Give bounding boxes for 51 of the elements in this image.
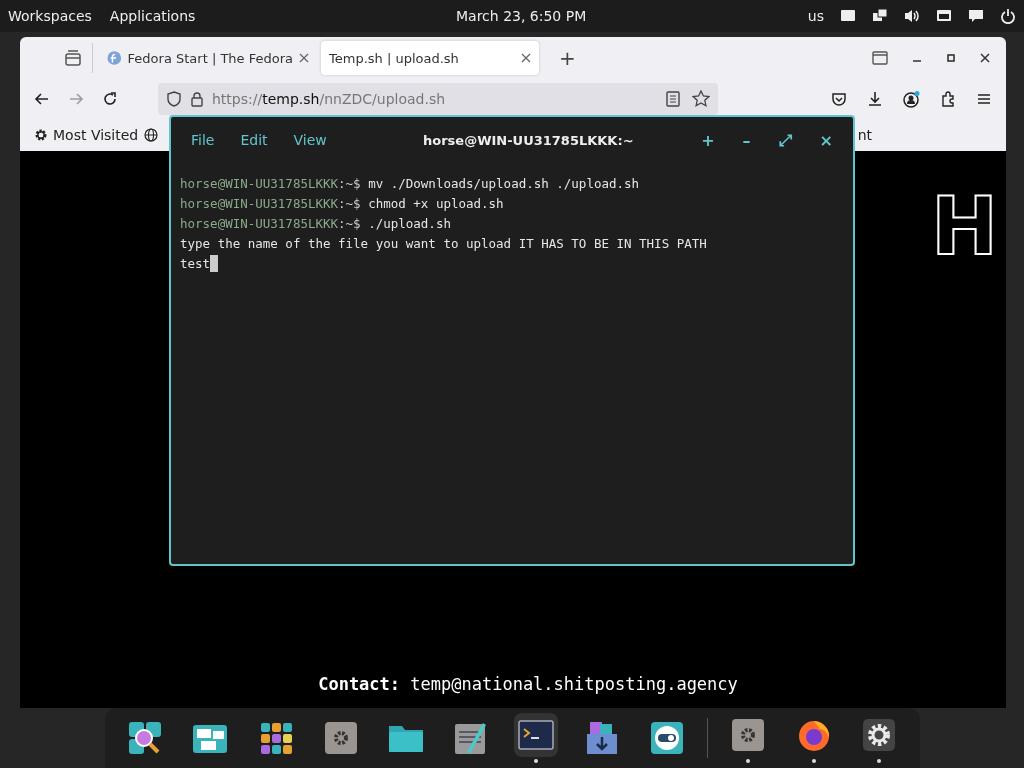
globe-icon[interactable] <box>144 128 159 142</box>
close-button[interactable]: × <box>819 130 833 150</box>
bookmark-link[interactable]: nt <box>857 127 872 143</box>
reader-view-icon[interactable] <box>666 91 680 107</box>
lock-icon <box>190 91 204 107</box>
clock[interactable]: March 23, 6:50 PM <box>456 8 587 24</box>
menu-item[interactable]: Edit <box>240 132 268 148</box>
new-tab-button[interactable]: + <box>555 46 580 70</box>
reload-icon[interactable] <box>102 91 118 107</box>
back-icon[interactable] <box>34 91 50 107</box>
keyboard-layout[interactable]: us <box>807 8 824 24</box>
url-text: https://temp.sh/nnZDC/upload.sh <box>212 91 446 107</box>
terminal-line: type the name of the file you want to upload IT HAS TO BE IN THIS PATH <box>180 235 707 253</box>
pocket-icon[interactable] <box>831 91 847 107</box>
bookmark-link[interactable]: Most Visited <box>53 127 139 143</box>
top-bar-menu[interactable]: Workspaces <box>8 8 92 24</box>
download-icon[interactable] <box>867 91 883 107</box>
gear-icon[interactable] <box>34 128 48 142</box>
tab-list-icon[interactable] <box>64 49 82 67</box>
address-bar[interactable]: https://temp.sh/nnZDC/upload.sh <box>158 83 718 115</box>
shield-icon[interactable] <box>166 91 182 107</box>
maximize-button[interactable]: ⤢ <box>778 130 792 150</box>
close-icon[interactable] <box>521 53 531 63</box>
contact-text: Contact: temp@national.shitposting.agency <box>318 674 738 694</box>
top-bar-menu[interactable]: Applications <box>109 8 196 24</box>
terminal-line: horse@WIN-UU31785LKKK:~$ mv ./Downloads/upload.sh ./upload.sh <box>180 175 640 193</box>
window-title: horse@WIN-UU31785LKKK:~ <box>423 132 634 148</box>
new-tab-button[interactable]: + <box>701 130 715 150</box>
volume-icon[interactable] <box>904 8 920 24</box>
close-icon[interactable] <box>980 53 990 63</box>
menu-item[interactable]: View <box>293 132 327 148</box>
logo-text: H <box>931 187 998 267</box>
browser-tab[interactable]: Fedora Start | The Fedora <box>99 41 317 75</box>
extensions-icon[interactable] <box>940 91 956 107</box>
account-icon[interactable] <box>903 90 920 108</box>
terminal-line: test <box>180 254 219 274</box>
terminal-line: horse@WIN-UU31785LKKK:~$ ./upload.sh <box>180 215 451 233</box>
display-icon[interactable] <box>936 8 952 24</box>
menu-icon[interactable] <box>976 91 992 107</box>
power-icon[interactable] <box>1000 8 1016 24</box>
close-icon[interactable] <box>299 53 309 63</box>
menu-item[interactable]: File <box>191 132 215 148</box>
browser-tab[interactable]: Temp.sh | upload.sh <box>321 41 539 75</box>
window-icon[interactable] <box>840 8 856 24</box>
star-icon[interactable] <box>692 90 710 108</box>
terminal-line: horse@WIN-UU31785LKKK:~$ chmod +x upload.sh <box>180 195 504 213</box>
maximize-icon[interactable] <box>946 53 956 63</box>
tab-groups-icon[interactable] <box>872 51 888 65</box>
chat-icon[interactable] <box>968 8 984 24</box>
terminal-icon[interactable] <box>514 713 559 757</box>
minimize-button[interactable]: – <box>742 130 751 150</box>
